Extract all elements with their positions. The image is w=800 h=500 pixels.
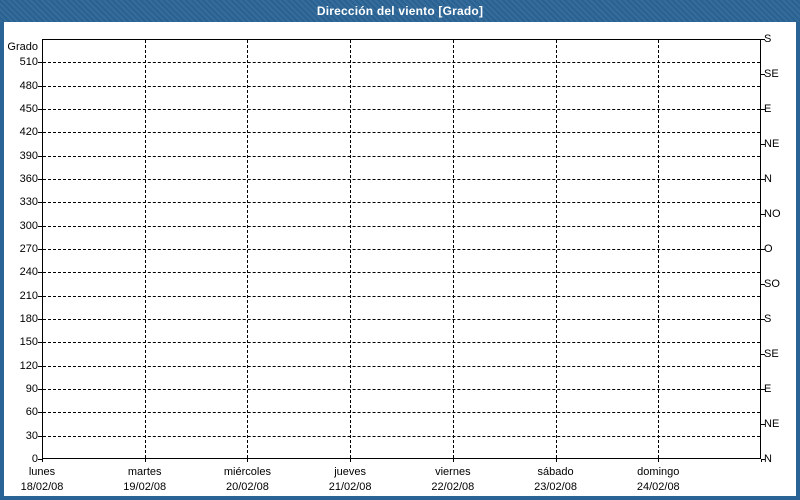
y-left-tick-label: 60	[25, 406, 38, 419]
y-left-tick-label: 330	[19, 196, 38, 209]
y-left-tick	[38, 272, 42, 274]
v-gridline	[658, 40, 660, 458]
x-tick	[144, 459, 146, 462]
y-right-tick-label: NE	[764, 418, 780, 430]
y-left-tick-label: 180	[19, 313, 38, 325]
y-left-tick-label: 450	[19, 103, 38, 115]
y-right-tick-label: S	[764, 313, 772, 325]
v-gridline	[247, 40, 249, 458]
h-gridline	[43, 342, 760, 344]
x-tick	[42, 459, 43, 462]
y-left-tick-label: 120	[19, 359, 38, 372]
y-left-tick	[38, 295, 42, 297]
h-gridline	[43, 389, 760, 390]
x-tick	[452, 459, 454, 462]
y-left-tick	[38, 179, 42, 180]
y-right-tick-label: S	[764, 33, 772, 45]
y-right-tick-label: NE	[764, 138, 780, 150]
h-gridline	[43, 155, 760, 157]
y-left-tick-label: 0	[31, 453, 38, 465]
x-tick	[555, 459, 557, 462]
y-right-tick-label: E	[764, 383, 772, 395]
y-left-tick	[38, 365, 42, 367]
y-left-tick	[38, 342, 42, 344]
h-gridline	[43, 62, 760, 64]
y-left-tick	[38, 202, 42, 204]
h-gridline	[43, 225, 760, 227]
h-gridline	[43, 179, 760, 180]
y-left-tick	[38, 62, 42, 64]
y-left-tick	[38, 435, 42, 437]
v-gridline	[555, 40, 557, 458]
y-left-tick-label: 240	[19, 266, 38, 279]
y-left-tick	[38, 85, 42, 87]
y-left-tick-label: 300	[19, 219, 38, 232]
x-tick	[350, 459, 352, 462]
h-gridline	[43, 132, 760, 134]
h-gridline	[43, 295, 760, 297]
h-gridline	[43, 272, 760, 274]
v-gridline	[350, 40, 352, 458]
y-left-tick	[38, 412, 42, 414]
y-left-tick	[38, 389, 42, 390]
h-gridline	[43, 412, 760, 414]
h-gridline	[43, 202, 760, 204]
y-left-tick-label: 30	[25, 429, 38, 442]
x-tick	[247, 459, 249, 462]
y-left-tick	[38, 155, 42, 157]
y-left-tick	[38, 109, 42, 110]
chart-title: Dirección del viento [Grado]	[316, 4, 484, 18]
y-right-tick-label: SE	[764, 68, 779, 80]
y-axis-title: Grado	[7, 41, 38, 53]
y-left-tick-label: 390	[19, 149, 38, 162]
title-bar: Dirección del viento [Grado]	[0, 0, 800, 22]
y-left-tick-label: 210	[19, 289, 38, 302]
v-gridline	[144, 40, 146, 458]
y-left-tick-label: 270	[19, 243, 38, 255]
x-date-label: 24/02/08	[636, 481, 680, 493]
y-right-tick-label: N	[764, 173, 772, 185]
x-day-label: domingo	[637, 466, 680, 478]
y-left-tick-label: 150	[19, 336, 38, 349]
y-right-tick-label: O	[764, 243, 773, 255]
y-right-tick-label: N	[764, 453, 772, 465]
h-gridline	[43, 319, 760, 320]
y-right-tick-label: SO	[764, 278, 780, 290]
y-left-tick-label: 90	[25, 383, 38, 395]
y-left-tick	[38, 132, 42, 134]
y-left-tick	[38, 249, 42, 250]
v-gridline	[452, 40, 454, 458]
h-gridline	[43, 249, 760, 250]
h-gridline	[43, 365, 760, 367]
y-right-tick-label: NO	[764, 208, 781, 220]
x-tick	[658, 459, 660, 462]
y-left-tick	[38, 319, 42, 320]
y-right-tick-label: E	[764, 103, 772, 115]
y-left-tick-label: 510	[19, 56, 38, 69]
y-right-tick-label: SE	[764, 348, 779, 360]
y-left-tick-label: 420	[19, 126, 38, 139]
y-left-tick	[38, 225, 42, 227]
h-gridline	[43, 435, 760, 437]
h-gridline	[43, 109, 760, 110]
h-gridline	[43, 85, 760, 87]
y-left-tick-label: 360	[19, 173, 38, 185]
chart-window: Dirección del viento [Grado] Grado 0 30 60…	[0, 0, 800, 500]
y-left-tick-label: 480	[19, 79, 38, 92]
